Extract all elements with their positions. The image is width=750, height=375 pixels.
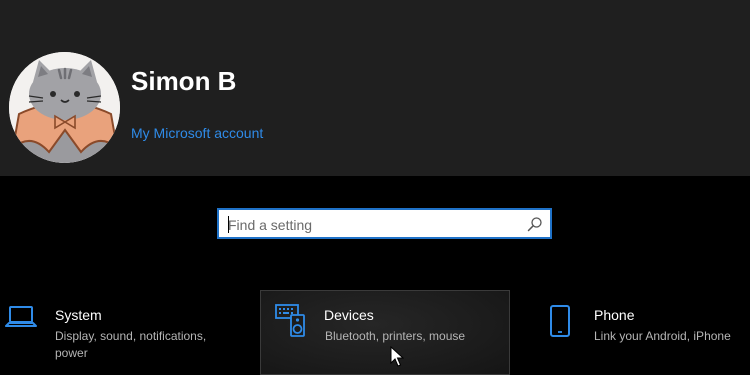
search-box[interactable] [217, 208, 552, 239]
avatar[interactable] [9, 52, 120, 163]
category-system[interactable]: System Display, sound, notifications, po… [0, 290, 250, 375]
keyboard-speaker-icon [275, 304, 305, 337]
category-phone[interactable]: Phone Link your Android, iPhone [540, 290, 750, 375]
category-title: Phone [594, 307, 635, 323]
search-input[interactable] [228, 214, 518, 235]
laptop-icon [5, 306, 37, 327]
category-devices[interactable]: Devices Bluetooth, printers, mouse [260, 290, 510, 375]
text-caret [228, 216, 229, 233]
phone-icon [550, 305, 570, 337]
settings-home: Simon B My Microsoft account System Disp… [0, 0, 750, 375]
mouse-pointer-icon [390, 346, 404, 367]
category-description: Display, sound, notifications, power [55, 329, 207, 360]
search-icon[interactable] [527, 216, 543, 232]
user-name: Simon B [131, 66, 237, 96]
category-title: Devices [324, 307, 374, 323]
category-description: Link your Android, iPhone [594, 329, 731, 343]
category-description: Bluetooth, printers, mouse [325, 329, 466, 343]
category-title: System [55, 307, 102, 323]
microsoft-account-link[interactable]: My Microsoft account [131, 125, 263, 141]
pusheen-cat-avatar-icon [9, 52, 120, 163]
profile-header: Simon B My Microsoft account [0, 0, 750, 176]
